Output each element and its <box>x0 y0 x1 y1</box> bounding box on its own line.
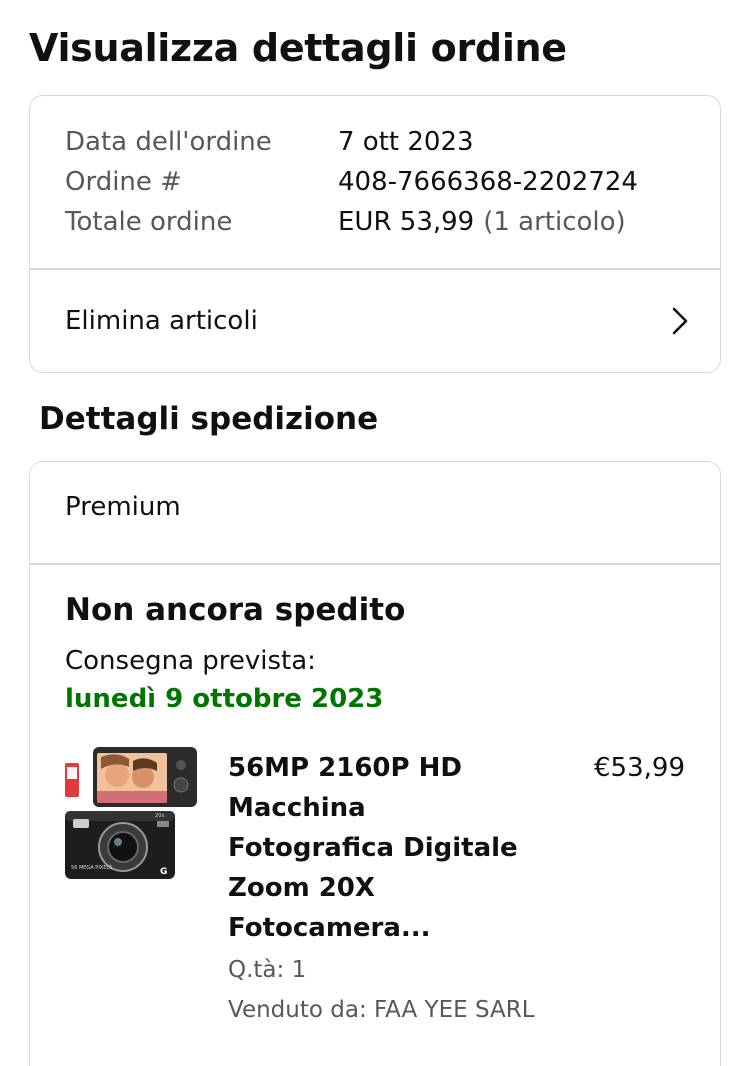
product-price: €53,99 <box>594 753 685 783</box>
product-seller: Venduto da: FAA YEE SARL <box>228 997 535 1023</box>
order-date-value: 7 ott 2023 <box>338 127 474 157</box>
order-date-row: Data dell'ordine 7 ott 2023 <box>65 122 638 162</box>
expected-delivery-label: Consegna prevista: <box>65 646 316 676</box>
order-total-row: Totale ordine EUR 53,99 (1 articolo) <box>65 202 638 242</box>
svg-text:20x: 20x <box>155 813 164 819</box>
chevron-right-icon <box>672 307 688 335</box>
product-camera-image[interactable]: 56 MEGA PIXELS G 20x <box>65 747 199 885</box>
shipping-service-label: Premium <box>65 492 181 522</box>
order-number-row: Ordine # 408-7666368-2202724 <box>65 162 638 202</box>
order-number-label: Ordine # <box>65 167 182 197</box>
order-summary-rows: Data dell'ordine 7 ott 2023 Ordine # 408… <box>65 122 638 242</box>
shipping-section-title: Dettagli spedizione <box>39 401 379 437</box>
shipment-card: Premium Non ancora spedito Consegna prev… <box>29 461 721 1066</box>
shipment-status: Non ancora spedito <box>65 592 406 628</box>
order-total-label: Totale ordine <box>65 207 233 237</box>
product-title-link[interactable]: 56MP 2160P HD Macchina Fotografica Digit… <box>228 748 538 948</box>
remove-items-button[interactable]: Elimina articoli <box>30 269 720 372</box>
order-date-label: Data dell'ordine <box>65 127 272 157</box>
expected-delivery-date: lunedì 9 ottobre 2023 <box>65 684 384 714</box>
order-number-value: 408-7666368-2202724 <box>338 167 638 197</box>
product-quantity: Q.tà: 1 <box>228 957 307 983</box>
divider <box>30 563 720 565</box>
page-title: Visualizza dettagli ordine <box>29 26 567 70</box>
order-total-value: EUR 53,99 <box>338 207 475 237</box>
svg-text:G: G <box>160 867 167 877</box>
remove-items-label: Elimina articoli <box>65 305 258 336</box>
order-total-item-count: (1 articolo) <box>483 207 626 237</box>
order-summary-card: Data dell'ordine 7 ott 2023 Ordine # 408… <box>29 95 721 373</box>
svg-text:56 MEGA PIXELS: 56 MEGA PIXELS <box>71 865 112 871</box>
